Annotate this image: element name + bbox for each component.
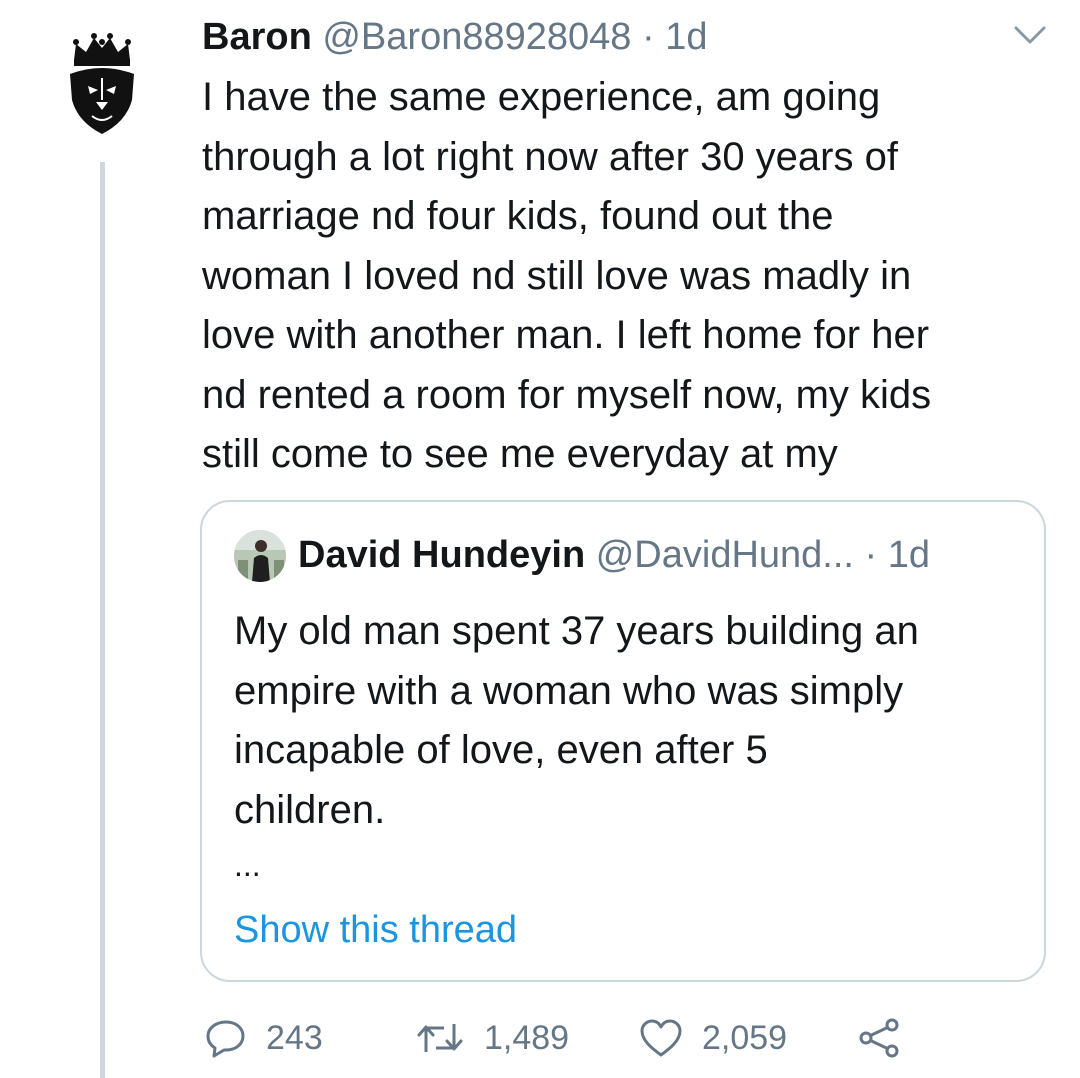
reply-count: 243: [266, 1018, 323, 1057]
crowned-lion-icon: [70, 33, 134, 134]
chevron-down-icon: [1014, 26, 1046, 44]
quoted-author-avatar[interactable]: [234, 530, 286, 582]
tweet-menu-button[interactable]: [1010, 22, 1050, 48]
reply-button[interactable]: 243: [204, 1008, 323, 1068]
thread-connector-line: [100, 162, 105, 1078]
retweet-icon: [417, 1024, 463, 1052]
like-button[interactable]: 2,059: [638, 1008, 787, 1068]
share-icon: [859, 1018, 899, 1058]
quoted-tweet-timestamp[interactable]: 1d: [888, 534, 930, 576]
like-count: 2,059: [702, 1018, 788, 1057]
quoted-tweet-header: David Hundeyin @DavidHund... · 1d: [298, 532, 930, 578]
quoted-tweet-text: My old man spent 37 years building an em…: [234, 609, 919, 832]
retweet-button[interactable]: 1,489: [414, 1008, 569, 1068]
share-button[interactable]: [856, 1008, 902, 1068]
quoted-tweet-card[interactable]: David Hundeyin @DavidHund... · 1d My old…: [200, 500, 1046, 982]
tweet-action-bar: 243 1,489 2,059: [200, 1008, 940, 1068]
author-display-name[interactable]: Baron: [202, 16, 312, 58]
tweet-timestamp[interactable]: 1d: [665, 16, 707, 58]
time-separator: ·: [641, 16, 655, 58]
quoted-author-display-name[interactable]: David Hundeyin: [298, 534, 585, 576]
author-handle[interactable]: @Baron88928048: [322, 16, 631, 58]
quoted-tweet-ellipsis: ...: [234, 847, 261, 883]
tweet-text: I have the same experience, am going thr…: [202, 75, 932, 476]
show-thread-link[interactable]: Show this thread: [234, 907, 517, 953]
person-photo-icon: [234, 530, 286, 582]
retweet-count: 1,489: [484, 1018, 570, 1057]
author-avatar[interactable]: [66, 30, 138, 138]
heart-icon: [640, 1019, 682, 1057]
reply-icon: [206, 1020, 245, 1058]
quoted-time-separator: ·: [864, 534, 878, 576]
quoted-author-handle[interactable]: @DavidHund...: [596, 534, 854, 576]
tweet-header: Baron @Baron88928048 · 1d: [202, 14, 707, 60]
